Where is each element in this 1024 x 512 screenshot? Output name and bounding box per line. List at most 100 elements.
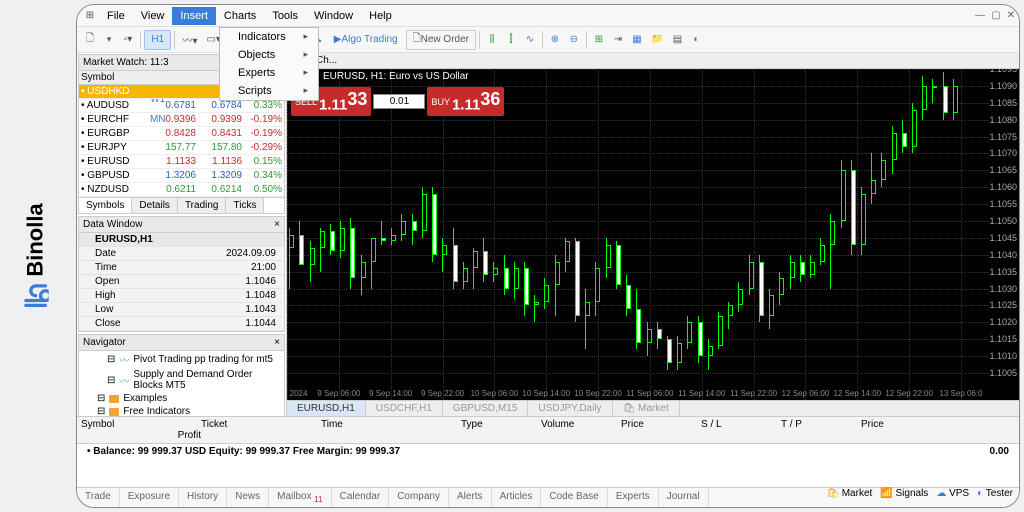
menu-bar: ⊞ FileViewInsertChartsToolsWindowHelp — … <box>77 5 1019 27</box>
mw-tab-symbols[interactable]: Symbols <box>79 198 132 213</box>
mw-row[interactable]: • EURJPY157.77157.80-0.29% <box>79 141 284 155</box>
chart-tab[interactable]: USDCHF,H1 <box>366 401 443 416</box>
nav-item[interactable]: ⊟ 〰 Pivot Trading pp trading for mt5 <box>79 351 284 368</box>
profiles-icon[interactable]: ▫▾ <box>119 30 137 50</box>
chart-tab[interactable]: GBPUSD,M15 <box>443 401 528 416</box>
panel-close-icon[interactable]: × <box>274 337 280 348</box>
term-tab-history[interactable]: History <box>179 488 227 507</box>
nav-item[interactable]: ⊟ Examples <box>79 392 284 405</box>
zoom-out-icon[interactable]: ⊖ <box>565 30 583 50</box>
mw-tab-trading[interactable]: Trading <box>178 198 227 213</box>
term-tab-articles[interactable]: Articles <box>492 488 542 507</box>
panel-close-icon[interactable]: × <box>274 219 280 230</box>
menu-insert[interactable]: Insert <box>172 7 216 25</box>
nav-icon[interactable]: 📁 <box>647 30 667 50</box>
data-window-title: Data Window <box>83 219 142 230</box>
autoscroll-icon[interactable]: ⇥ <box>609 30 627 50</box>
menu-window[interactable]: Window <box>306 7 361 25</box>
menu-view[interactable]: View <box>133 7 173 25</box>
status-vps[interactable]: ☁ VPS <box>936 488 969 507</box>
term-tab-mailbox[interactable]: Mailbox 11 <box>269 488 331 507</box>
mw-row[interactable]: • EURGBP0.84280.8431-0.19% <box>79 127 284 141</box>
term-col: S / L <box>701 419 781 430</box>
algo-trading-button[interactable]: ▶ Algo Trading <box>327 30 405 50</box>
status-market[interactable]: 🛍 Market <box>826 488 872 507</box>
term-tab-company[interactable]: Company <box>389 488 449 507</box>
navigator-panel: Navigator × ⊟ 〰 Pivot Trading pp trading … <box>78 334 285 416</box>
nav-item[interactable]: ⊟ 〰 Supply and Demand Order Blocks MT5 <box>79 368 284 392</box>
application-window: ⊞ FileViewInsertChartsToolsWindowHelp — … <box>76 4 1020 508</box>
menu-help[interactable]: Help <box>361 7 400 25</box>
term-col: Time <box>321 419 461 430</box>
mw-row[interactable]: • EURCHF0.93960.9399-0.19% <box>79 113 284 127</box>
market-watch-tabs: SymbolsDetailsTradingTicks <box>79 197 284 213</box>
terminal-tabs: TradeExposureHistoryNewsMailbox 11Calend… <box>77 487 1019 507</box>
term-tab-news[interactable]: News <box>227 488 269 507</box>
term-tab-journal[interactable]: Journal <box>659 488 709 507</box>
new-chart-icon[interactable]: 🗋 <box>81 30 99 50</box>
chart-pane-title: Daily Ch... <box>287 53 1019 69</box>
term-tab-trade[interactable]: Trade <box>77 488 120 507</box>
term-col: Price <box>861 419 1015 430</box>
mw-tab-details[interactable]: Details <box>132 198 178 213</box>
close-icon[interactable]: ✕ <box>1007 10 1015 21</box>
term-tab-alerts[interactable]: Alerts <box>449 488 492 507</box>
mw-row[interactable]: • GBPUSD1.32061.32090.34% <box>79 169 284 183</box>
chart-tab[interactable]: USDJPY,Daily <box>528 401 612 416</box>
dropdown-scripts[interactable]: Scripts▸ <box>220 82 318 100</box>
profit-value: 0.00 <box>990 446 1009 457</box>
balance-text: Balance: 99 999.37 USD Equity: 99 999.37… <box>93 446 400 457</box>
chart-area: Daily Ch... EURUSD, H1: Euro vs US Dolla… <box>287 53 1019 416</box>
dw-row: EURUSD,H1 <box>79 233 284 247</box>
dropdown-experts[interactable]: Experts▸ <box>220 64 318 82</box>
mw-col-symbol: Symbol <box>81 72 150 83</box>
maximize-icon[interactable]: ▢ <box>991 10 1000 21</box>
dw-row: Close1.1044 <box>79 317 284 331</box>
minimize-icon[interactable]: — <box>975 10 985 21</box>
chart-bar-icon[interactable]: ⫼ <box>483 30 501 50</box>
market-watch-title: Market Watch: 11:3 <box>83 57 169 68</box>
dataw-icon[interactable]: ▦ <box>628 30 646 50</box>
timeframe-H1[interactable]: H1 <box>144 30 171 50</box>
chart-tabs: EURUSD,H1USDCHF,H1GBPUSD,M15USDJPY,Daily… <box>287 400 1019 416</box>
mw-row[interactable]: • AUDUSD0.67810.67840.33% <box>79 99 284 113</box>
mw-tab-ticks[interactable]: Ticks <box>226 198 264 213</box>
dropdown-objects[interactable]: Objects▸ <box>220 46 318 64</box>
term-tab-calendar[interactable]: Calendar <box>332 488 390 507</box>
chart-title-text: EURUSD, H1: Euro vs US Dollar <box>323 71 469 82</box>
term-tab-exposure[interactable]: Exposure <box>120 488 179 507</box>
chart-tab[interactable]: 🛍 Market <box>613 401 680 416</box>
chart-candle-icon[interactable]: ⫿ <box>502 30 520 50</box>
brand-logo-column: Binolla <box>0 0 72 512</box>
mw-row[interactable]: • EURUSD1.11331.11360.15% <box>79 155 284 169</box>
term-col: Symbol <box>81 419 201 430</box>
mw-row[interactable]: • NZDUSD0.62110.62140.50% <box>79 183 284 197</box>
status-tester[interactable]: ◐ Tester <box>977 488 1013 507</box>
terminal-panel: SymbolTicketTimeTypeVolumePriceS / LT / … <box>77 416 1019 507</box>
open-icon[interactable]: ▾ <box>100 30 118 50</box>
chart-line-icon[interactable]: ∿ <box>521 30 539 50</box>
data-window-panel: Data Window× EURUSD,H1Date2024.09.09Time… <box>78 216 285 332</box>
buy-button[interactable]: BUY 1.1136 <box>427 87 504 116</box>
chart-canvas[interactable]: EURUSD, H1: Euro vs US Dollar SELL 1.113… <box>287 69 1019 400</box>
new-order-button[interactable]: 🗋 New Order <box>406 30 476 50</box>
strategy-icon[interactable]: ◐ <box>687 30 705 50</box>
volume-input[interactable] <box>373 94 425 109</box>
zoom-in-icon[interactable]: ⊕ <box>546 30 564 50</box>
termw-icon[interactable]: ▤ <box>668 30 686 50</box>
nav-item[interactable]: ⊟ Free Indicators <box>79 405 284 416</box>
term-tab-code base[interactable]: Code Base <box>541 488 607 507</box>
status-signals[interactable]: 📶 Signals <box>880 488 928 507</box>
grid-icon[interactable]: ⊞ <box>590 30 608 50</box>
dw-row: Low1.1043 <box>79 303 284 317</box>
line-style-icon[interactable]: 〰▾ <box>178 30 201 50</box>
menu-file[interactable]: File <box>99 7 133 25</box>
chart-tab[interactable]: EURUSD,H1 <box>287 401 366 416</box>
term-col: Type <box>461 419 541 430</box>
menu-charts[interactable]: Charts <box>216 7 264 25</box>
dw-row: Time21:00 <box>79 261 284 275</box>
dropdown-indicators[interactable]: Indicators▸ <box>220 28 318 46</box>
navigator-title: Navigator <box>83 337 126 348</box>
term-tab-experts[interactable]: Experts <box>608 488 659 507</box>
menu-tools[interactable]: Tools <box>264 7 306 25</box>
